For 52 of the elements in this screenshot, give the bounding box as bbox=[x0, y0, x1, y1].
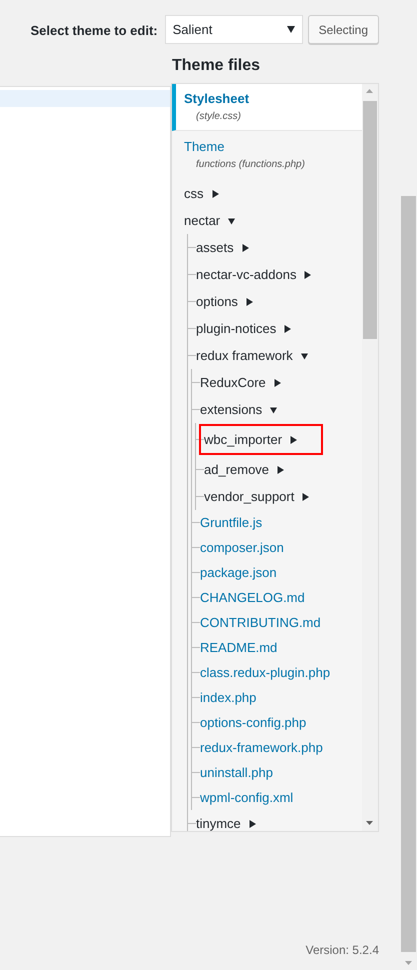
folder-item[interactable]: vendor_support bbox=[204, 483, 310, 510]
folder-item[interactable]: ad_remove bbox=[204, 456, 284, 483]
file-item[interactable]: composer.json bbox=[200, 535, 284, 560]
folder-item[interactable]: options bbox=[196, 288, 253, 315]
expand-triangle-icon bbox=[284, 324, 292, 332]
file-item[interactable]: README.md bbox=[200, 635, 278, 660]
collapse-triangle-icon bbox=[228, 216, 236, 224]
folder-item[interactable]: nectar-vc-addons bbox=[196, 261, 312, 288]
scrollbar-thumb[interactable] bbox=[363, 101, 377, 339]
file-item[interactable]: package.json bbox=[200, 560, 277, 585]
folder-item[interactable]: wbc_importer bbox=[201, 426, 322, 453]
file-item[interactable]: CHANGELOG.md bbox=[200, 585, 305, 610]
scroll-up-icon bbox=[366, 89, 373, 93]
file-item[interactable]: Gruntfile.js bbox=[200, 510, 262, 535]
file-item[interactable]: options-config.php bbox=[200, 710, 306, 735]
scroll-down-icon bbox=[405, 961, 412, 965]
folder-item[interactable]: assets bbox=[196, 234, 249, 261]
file-item[interactable]: CONTRIBUTING.md bbox=[200, 610, 321, 635]
file-item[interactable]: wpml-config.xml bbox=[200, 785, 294, 810]
expand-triangle-icon bbox=[302, 492, 310, 500]
expand-triangle-icon bbox=[277, 466, 284, 474]
expand-triangle-icon bbox=[304, 270, 312, 278]
folder-item[interactable]: redux framework bbox=[196, 342, 308, 369]
file-item[interactable]: class.redux-plugin.php bbox=[200, 660, 330, 685]
expand-triangle-icon bbox=[212, 190, 218, 198]
expand-triangle-icon bbox=[274, 378, 281, 386]
version-text: Version: 5.2.4 bbox=[306, 942, 379, 959]
file-item[interactable]: redux-framework.php bbox=[200, 735, 323, 760]
folder-item[interactable]: extensions bbox=[200, 396, 278, 423]
expand-triangle-icon bbox=[290, 436, 298, 444]
file-item[interactable]: index.php bbox=[200, 685, 256, 710]
expand-triangle-icon bbox=[242, 244, 249, 252]
expand-triangle-icon bbox=[246, 298, 253, 306]
select-button[interactable]: Selecting bbox=[308, 15, 379, 44]
expand-triangle-icon bbox=[248, 820, 256, 828]
template-file-item[interactable]: Stylesheet (style.css) bbox=[172, 84, 362, 131]
page-scrollbar-thumb[interactable] bbox=[401, 196, 416, 952]
select-theme-label: Select theme to edit: bbox=[30, 22, 158, 40]
folder-item[interactable]: nectar bbox=[184, 207, 236, 234]
theme-files-heading: Theme files bbox=[171, 56, 262, 76]
folder-item[interactable]: tinymce bbox=[196, 810, 256, 831]
scroll-down-icon bbox=[366, 821, 373, 825]
code-editor[interactable] bbox=[0, 86, 171, 837]
template-file-item[interactable]: Theme functions (functions.php) bbox=[172, 131, 362, 178]
file-item[interactable]: uninstall.php bbox=[200, 760, 273, 785]
folder-item[interactable]: ReduxCore bbox=[200, 369, 281, 396]
dropdown-caret-icon bbox=[286, 26, 295, 33]
theme-select[interactable]: Salient bbox=[164, 15, 303, 44]
folder-item[interactable]: plugin-notices bbox=[196, 315, 292, 342]
collapse-triangle-icon bbox=[270, 406, 278, 414]
folder-item[interactable]: css bbox=[184, 180, 218, 207]
collapse-triangle-icon bbox=[300, 352, 308, 360]
